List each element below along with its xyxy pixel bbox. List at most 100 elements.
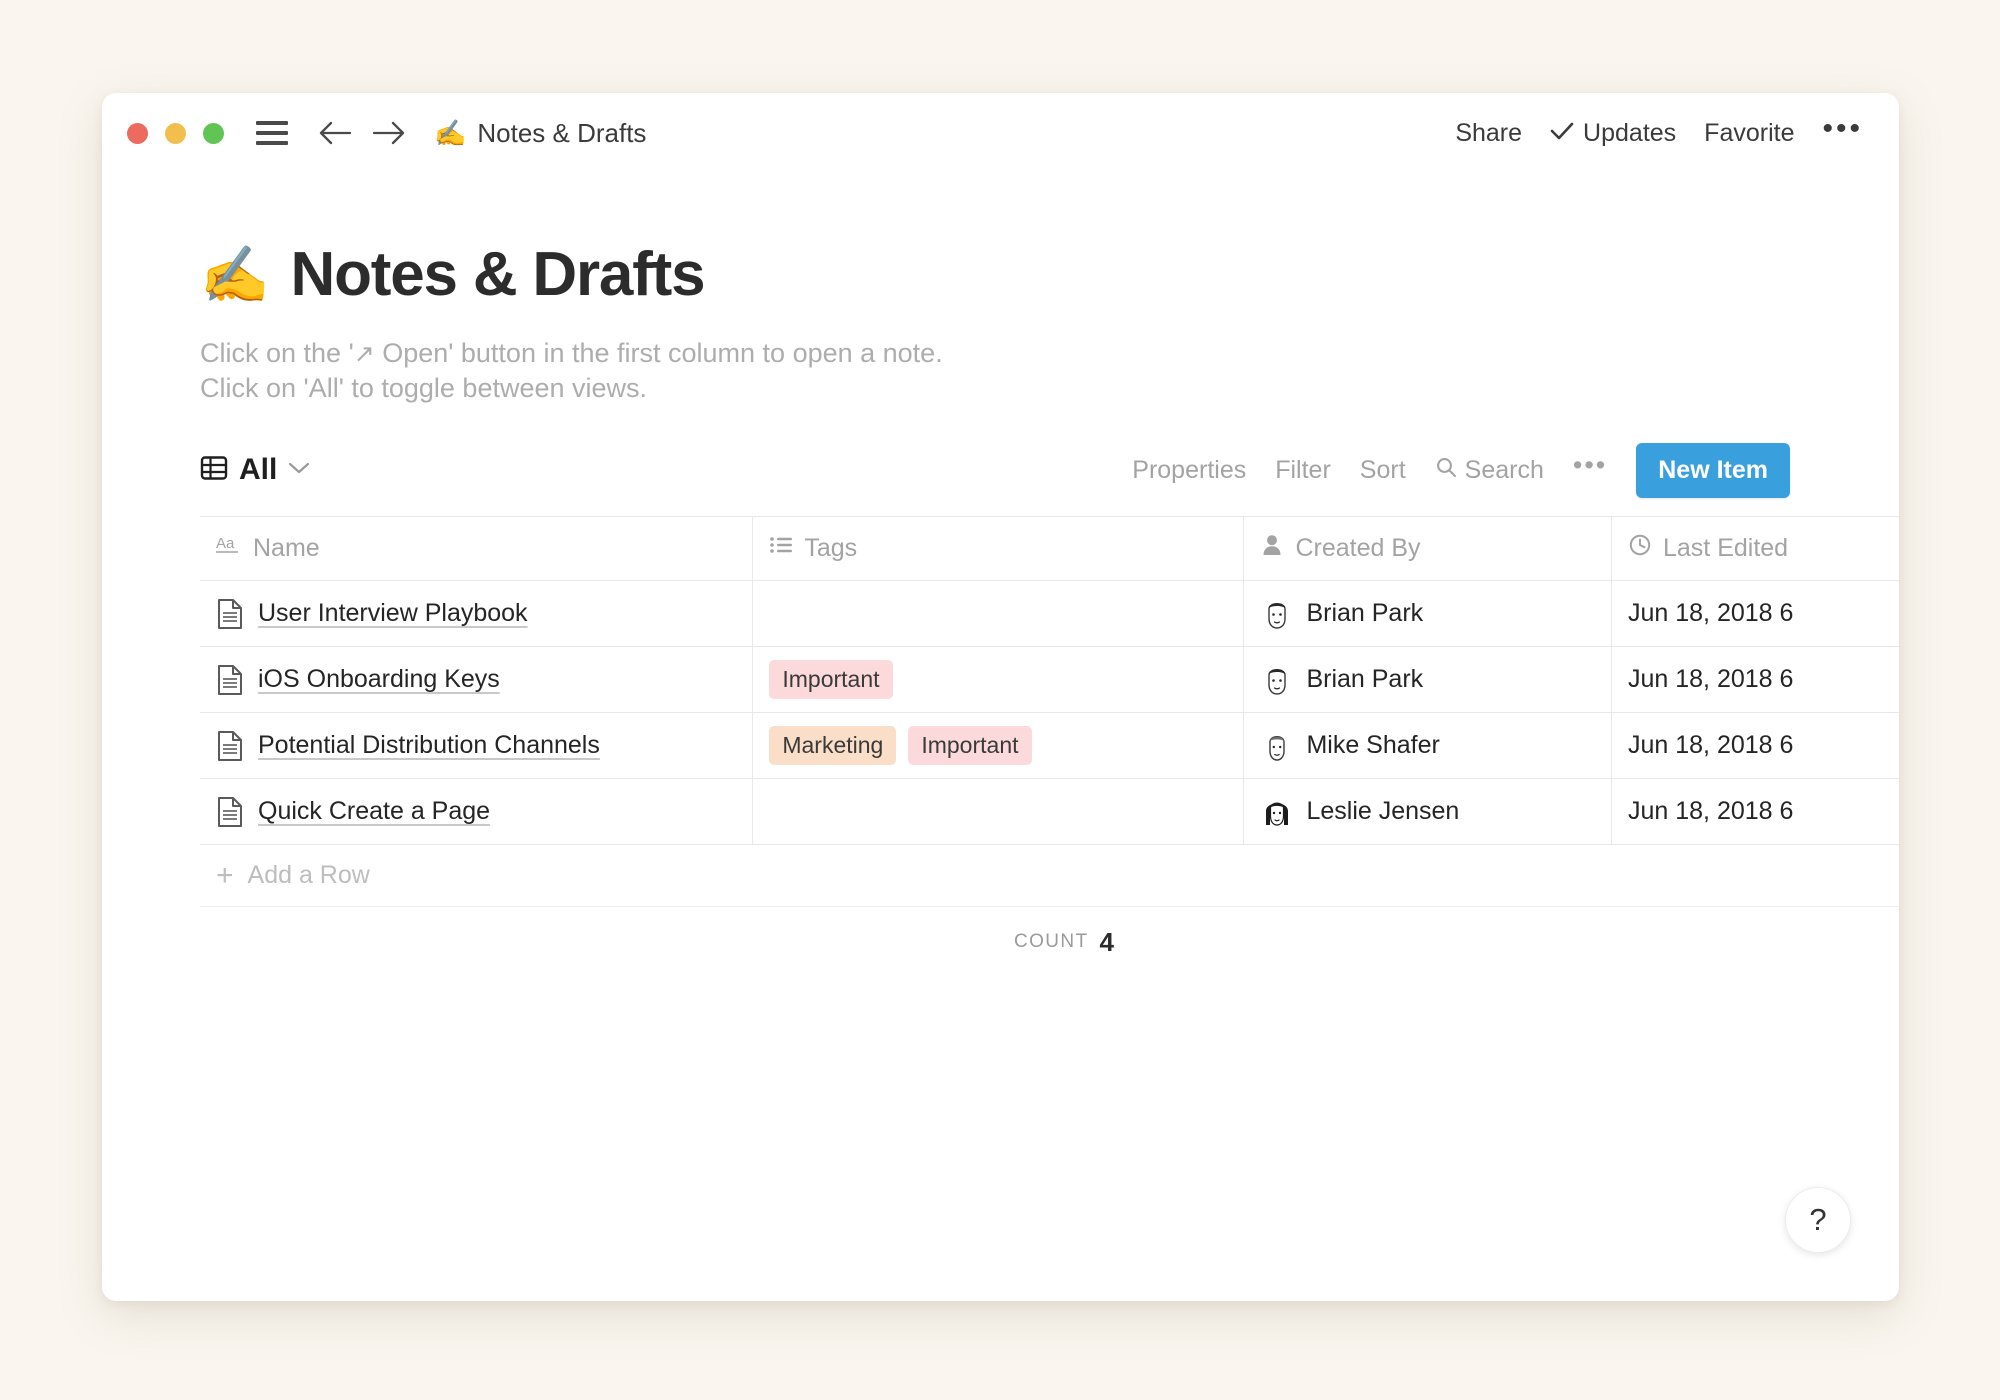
row-created-by-cell[interactable]: Brian Park [1244, 581, 1612, 647]
view-more-options-icon[interactable]: ••• [1573, 452, 1607, 479]
text-aa-icon: Aa [216, 534, 242, 563]
row-tags-cell[interactable]: Important [753, 647, 1245, 713]
person-name: Leslie Jensen [1306, 797, 1460, 826]
back-arrow-icon[interactable] [318, 120, 352, 146]
document-icon [216, 598, 244, 630]
avatar [1260, 597, 1294, 631]
person-chip: Brian Park [1260, 597, 1423, 631]
properties-label: Properties [1132, 455, 1247, 484]
notes-table: Aa Name Tags Created By Last Edited User… [200, 516, 1899, 977]
more-options-icon[interactable]: ••• [1822, 113, 1863, 143]
breadcrumb[interactable]: ✍️ Notes & Drafts [434, 118, 646, 149]
row-last-edited-cell[interactable]: Jun 18, 2018 6 [1612, 713, 1899, 778]
filter-button[interactable]: Filter [1275, 456, 1331, 485]
svg-text:Aa: Aa [216, 535, 235, 552]
avatar [1260, 729, 1294, 763]
hamburger-bar [256, 121, 288, 125]
row-name-cell[interactable]: iOS Onboarding Keys [200, 647, 754, 713]
person-chip: Brian Park [1260, 663, 1423, 697]
view-toolbar: All Properties Filter Sort Search ••• Ne… [200, 442, 1899, 498]
forward-arrow-icon[interactable] [372, 120, 406, 146]
plus-icon: + [216, 858, 234, 892]
note-name-link[interactable]: Potential Distribution Channels [258, 731, 600, 760]
row-last-edited-cell[interactable]: Jun 18, 2018 6 [1612, 779, 1899, 844]
table-row: Potential Distribution Channels Marketin… [200, 713, 1899, 780]
row-created-by-cell[interactable]: Mike Shafer [1244, 713, 1612, 779]
person-name: Mike Shafer [1306, 731, 1440, 760]
maximize-window-button[interactable] [203, 122, 224, 144]
row-last-edited-cell[interactable]: Jun 18, 2018 6 [1612, 647, 1899, 712]
new-item-button[interactable]: New Item [1636, 442, 1790, 498]
search-icon [1435, 456, 1457, 485]
count-summary[interactable]: COUNT 4 [200, 907, 1200, 977]
count-value: 4 [1099, 926, 1114, 957]
tag-chip[interactable]: Important [908, 726, 1032, 766]
person-chip: Leslie Jensen [1260, 795, 1459, 829]
person-name: Brian Park [1306, 665, 1424, 694]
sort-button[interactable]: Sort [1360, 456, 1406, 485]
column-header-created-by-label: Created By [1295, 534, 1421, 563]
search-button[interactable]: Search [1435, 456, 1544, 485]
avatar [1260, 663, 1294, 697]
count-label: COUNT [1013, 931, 1089, 953]
column-header-name[interactable]: Aa Name [200, 517, 754, 581]
row-created-by-cell[interactable]: Leslie Jensen [1244, 779, 1612, 845]
note-name-link[interactable]: iOS Onboarding Keys [258, 665, 500, 694]
close-window-button[interactable] [127, 122, 148, 144]
view-name-label: All [239, 453, 278, 487]
row-tags-cell[interactable] [753, 779, 1245, 845]
updates-label: Updates [1583, 118, 1677, 147]
app-window: ✍️ Notes & Drafts Share Updates Favorite… [102, 93, 1899, 1301]
open-arrow-icon: ↗ [353, 340, 375, 368]
column-header-name-label: Name [253, 534, 320, 563]
view-selector-all[interactable]: All [200, 453, 310, 487]
table-row: User Interview Playbook Brian Park Jun 1… [200, 581, 1899, 648]
updates-button[interactable]: Updates [1550, 119, 1676, 148]
row-created-by-cell[interactable]: Brian Park [1244, 647, 1612, 713]
last-edited-value: Jun 18, 2018 6 [1628, 797, 1794, 826]
properties-button[interactable]: Properties [1132, 456, 1246, 485]
row-tags-cell[interactable] [753, 581, 1245, 647]
hamburger-bar [256, 131, 288, 135]
column-header-last-edited[interactable]: Last Edited [1612, 517, 1899, 580]
last-edited-value: Jun 18, 2018 6 [1628, 599, 1794, 628]
tag-chip[interactable]: Important [769, 660, 893, 700]
search-label: Search [1464, 455, 1544, 484]
share-button[interactable]: Share [1455, 119, 1522, 148]
sidebar-toggle-icon[interactable] [256, 121, 288, 145]
view-toolbar-actions: Properties Filter Sort Search ••• New It… [1132, 442, 1899, 498]
page-description: Click on the '↗ Open' button in the firs… [200, 336, 1899, 406]
navigation-arrows [318, 120, 406, 146]
document-icon [216, 796, 244, 828]
person-icon [1260, 533, 1284, 564]
column-header-tags-label: Tags [804, 534, 858, 563]
row-last-edited-cell[interactable]: Jun 18, 2018 6 [1612, 581, 1899, 646]
share-label: Share [1455, 118, 1523, 147]
minimize-window-button[interactable] [165, 122, 186, 144]
column-header-tags[interactable]: Tags [753, 517, 1245, 581]
table-row: Quick Create a Page Leslie Jensen Jun 18… [200, 779, 1899, 846]
person-chip: Mike Shafer [1260, 729, 1440, 763]
help-button[interactable]: ? [1785, 1187, 1851, 1253]
row-name-cell[interactable]: User Interview Playbook [200, 581, 754, 647]
row-tags-cell[interactable]: Marketing Important [753, 713, 1245, 779]
favorite-button[interactable]: Favorite [1704, 119, 1794, 148]
chevron-down-icon [288, 461, 310, 480]
table-row: iOS Onboarding Keys Important Brian Park… [200, 647, 1899, 714]
hamburger-bar [256, 141, 288, 145]
note-name-link[interactable]: Quick Create a Page [258, 797, 490, 826]
add-row-button[interactable]: + Add a Row [200, 845, 1899, 908]
titlebar-actions: Share Updates Favorite ••• [1455, 93, 1863, 173]
row-name-cell[interactable]: Quick Create a Page [200, 779, 754, 845]
clock-icon [1628, 533, 1652, 564]
column-header-created-by[interactable]: Created By [1244, 517, 1612, 581]
last-edited-value: Jun 18, 2018 6 [1628, 731, 1794, 760]
window-titlebar: ✍️ Notes & Drafts Share Updates Favorite… [102, 93, 1899, 173]
row-name-cell[interactable]: Potential Distribution Channels [200, 713, 754, 779]
avatar [1260, 795, 1294, 829]
tag-chip[interactable]: Marketing [769, 726, 897, 766]
note-name-link[interactable]: User Interview Playbook [258, 599, 528, 628]
description-line-1-pre: Click on the ' [200, 338, 354, 368]
description-line-1-post: Open' button in the first column to open… [374, 338, 943, 368]
page-content: ✍️ Notes & Drafts Click on the '↗ Open' … [102, 239, 1899, 977]
